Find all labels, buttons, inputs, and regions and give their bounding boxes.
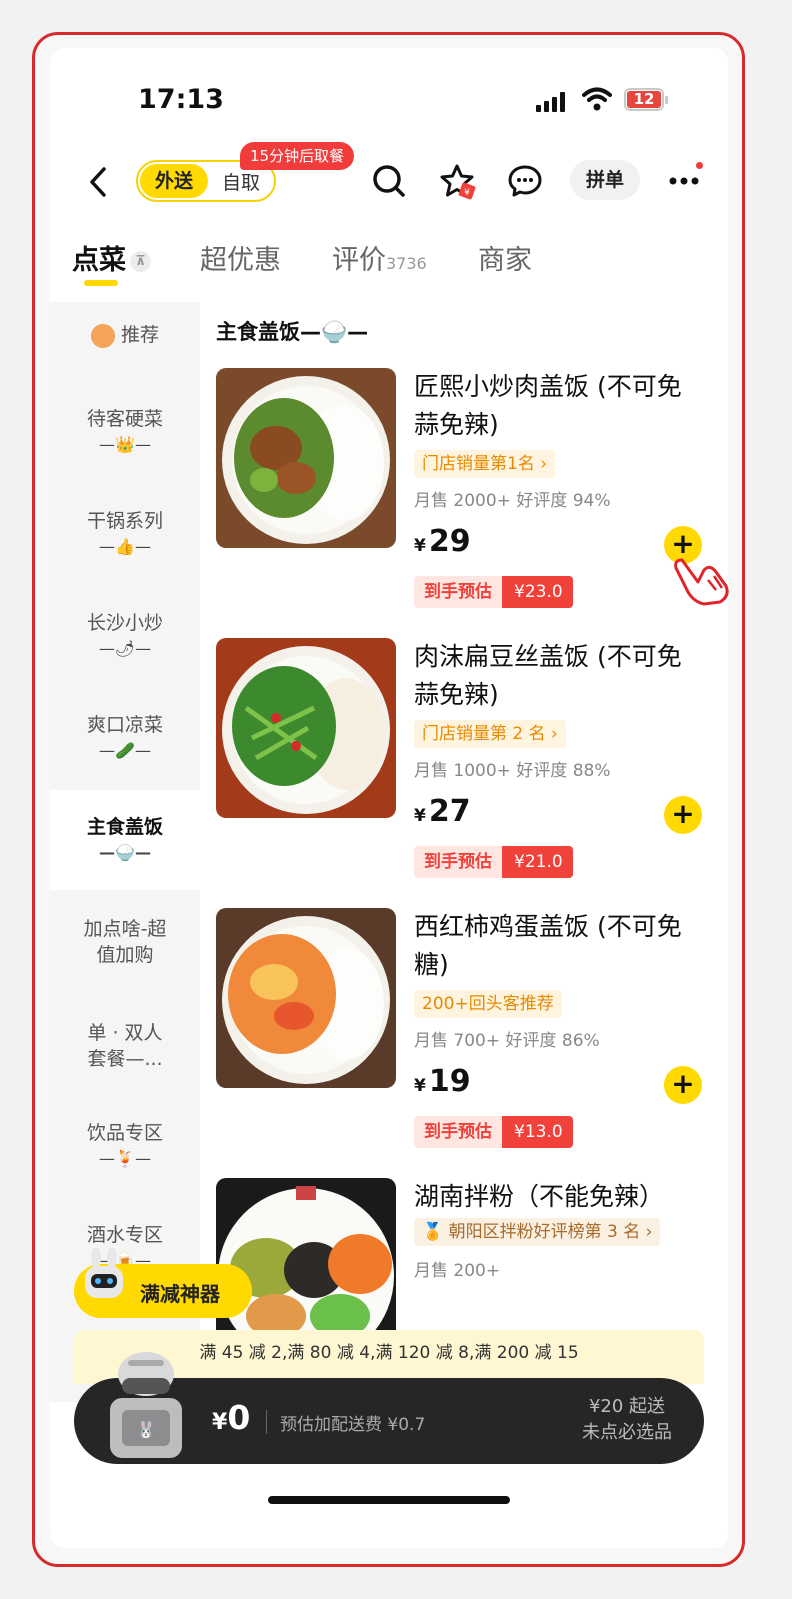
dish-price: ¥29	[414, 524, 471, 559]
pickup-time-badge: 15分钟后取餐	[240, 142, 355, 170]
group-order-button[interactable]: 拼单	[570, 160, 640, 200]
mode-pickup[interactable]: 自取	[208, 168, 274, 195]
pin-top-icon: ⊼	[130, 251, 151, 272]
coupon-badge: ¥	[464, 188, 470, 198]
back-icon[interactable]	[86, 166, 110, 198]
dish-photo	[216, 638, 396, 818]
home-indicator	[268, 1496, 510, 1504]
notification-dot	[696, 162, 703, 169]
repeat-customer-tag: 200+回头客推荐	[414, 990, 562, 1018]
cart-divider	[266, 1410, 267, 1434]
sidebar-item-drinks[interactable]: 饮品专区 —🍹—	[50, 1120, 200, 1172]
recommend-icon	[90, 323, 115, 348]
dish-price: ¥19	[414, 1064, 471, 1099]
dish-price: ¥27	[414, 794, 471, 829]
dish-photo	[216, 368, 396, 548]
estimated-price: 到手预估 ¥13.0	[414, 1116, 573, 1148]
dish-photo	[216, 908, 396, 1088]
mascot-rabbit-icon	[85, 1248, 123, 1298]
cellular-signal-icon	[536, 92, 565, 112]
message-icon[interactable]	[506, 162, 544, 200]
cart-total: ¥0	[212, 1398, 251, 1437]
delivery-fee: 预估加配送费 ¥0.7	[280, 1415, 426, 1435]
sidebar-item-drypot[interactable]: 干锅系列 —👍—	[50, 508, 200, 560]
dish-name[interactable]: 肉沫扁豆丝盖饭 (不可免蒜免辣)	[414, 638, 704, 714]
sales-rating: 月售 200+	[414, 1261, 501, 1281]
status-time: 17:13	[138, 84, 224, 115]
sidebar-item-combos[interactable]: 单 · 双人套餐—...	[50, 1020, 200, 1072]
sales-rating: 月售 2000+ 好评度 94%	[414, 491, 611, 511]
store-tabs: 点菜 ⊼ 超优惠 评价3736 商家	[72, 238, 712, 298]
checkout-button[interactable]: ¥20 起送 未点必选品	[582, 1394, 672, 1446]
sidebar-item-recommend[interactable]: 推荐	[50, 322, 200, 348]
menu-item[interactable]: 肉沫扁豆丝盖饭 (不可免蒜免辣) 门店销量第 2 名 › 月售 1000+ 好评…	[216, 638, 716, 898]
sales-rating: 月售 700+ 好评度 86%	[414, 1031, 600, 1051]
sidebar-item-cold-dishes[interactable]: 爽口凉菜 —🥒—	[50, 712, 200, 764]
battery-icon: 12	[624, 88, 668, 111]
estimated-price: 到手预估 ¥21.0	[414, 846, 573, 878]
cart-mascot-icon[interactable]: 🐰	[100, 1352, 192, 1464]
mode-delivery[interactable]: 外送	[140, 164, 208, 198]
wifi-icon	[582, 87, 612, 111]
sidebar-item-rice-bowls[interactable]: 主食盖饭 —🍚—	[50, 790, 200, 890]
sales-rating: 月售 1000+ 好评度 88%	[414, 761, 611, 781]
tab-merchant[interactable]: 商家	[478, 238, 532, 277]
add-to-cart-button[interactable]: +	[664, 796, 702, 834]
menu-item[interactable]: 匠熙小炒肉盖饭 (不可免蒜免辣) 门店销量第1名 › 月售 2000+ 好评度 …	[216, 368, 716, 628]
sidebar-item-stirfry[interactable]: 长沙小炒 —🌶—	[50, 610, 200, 662]
tab-order[interactable]: 点菜 ⊼	[72, 238, 151, 277]
svg-text:🐰: 🐰	[136, 1420, 156, 1439]
sidebar-item-addons[interactable]: 加点啥-超值加购	[50, 916, 200, 968]
dish-name[interactable]: 湖南拌粉（不能免辣）	[414, 1178, 704, 1216]
menu-item[interactable]: 西红柿鸡蛋盖饭 (不可免糖) 200+回头客推荐 月售 700+ 好评度 86%…	[216, 908, 716, 1168]
add-to-cart-button[interactable]: +	[664, 1066, 702, 1104]
active-tab-indicator	[84, 280, 118, 286]
sales-rank-tag[interactable]: 门店销量第 2 名 ›	[414, 720, 566, 748]
more-icon[interactable]	[666, 166, 702, 196]
favorite-star-icon[interactable]: ¥	[438, 162, 476, 200]
ranking-tag[interactable]: 🏅 朝阳区拌粉好评榜第 3 名 ›	[414, 1218, 661, 1246]
estimated-price: 到手预估 ¥23.0	[414, 576, 573, 608]
tab-reviews[interactable]: 评价3736	[332, 238, 427, 277]
sales-rank-tag[interactable]: 门店销量第1名 ›	[414, 450, 556, 478]
battery-level: 12	[627, 91, 661, 108]
review-count: 3736	[386, 254, 427, 273]
tap-hand-icon	[674, 558, 729, 606]
sidebar-item-signature[interactable]: 待客硬菜 —👑—	[50, 406, 200, 458]
search-icon[interactable]	[370, 162, 408, 200]
tab-deals[interactable]: 超优惠	[200, 238, 281, 277]
category-sidebar: 推荐 待客硬菜 —👑— 干锅系列 —👍— 长沙小炒 —🌶— 爽口凉菜 —🥒— 主食盖饭 —…	[50, 302, 200, 1402]
dish-name[interactable]: 匠熙小炒肉盖饭 (不可免蒜免辣)	[414, 368, 704, 444]
app-screen: 17:13 12 外送 自取 15分钟后取餐 ¥ 拼单 点菜 ⊼ 超优惠 评价3…	[50, 48, 728, 1548]
section-title: 主食盖饭—🍚—	[216, 320, 369, 344]
dish-name[interactable]: 西红柿鸡蛋盖饭 (不可免糖)	[414, 908, 704, 984]
